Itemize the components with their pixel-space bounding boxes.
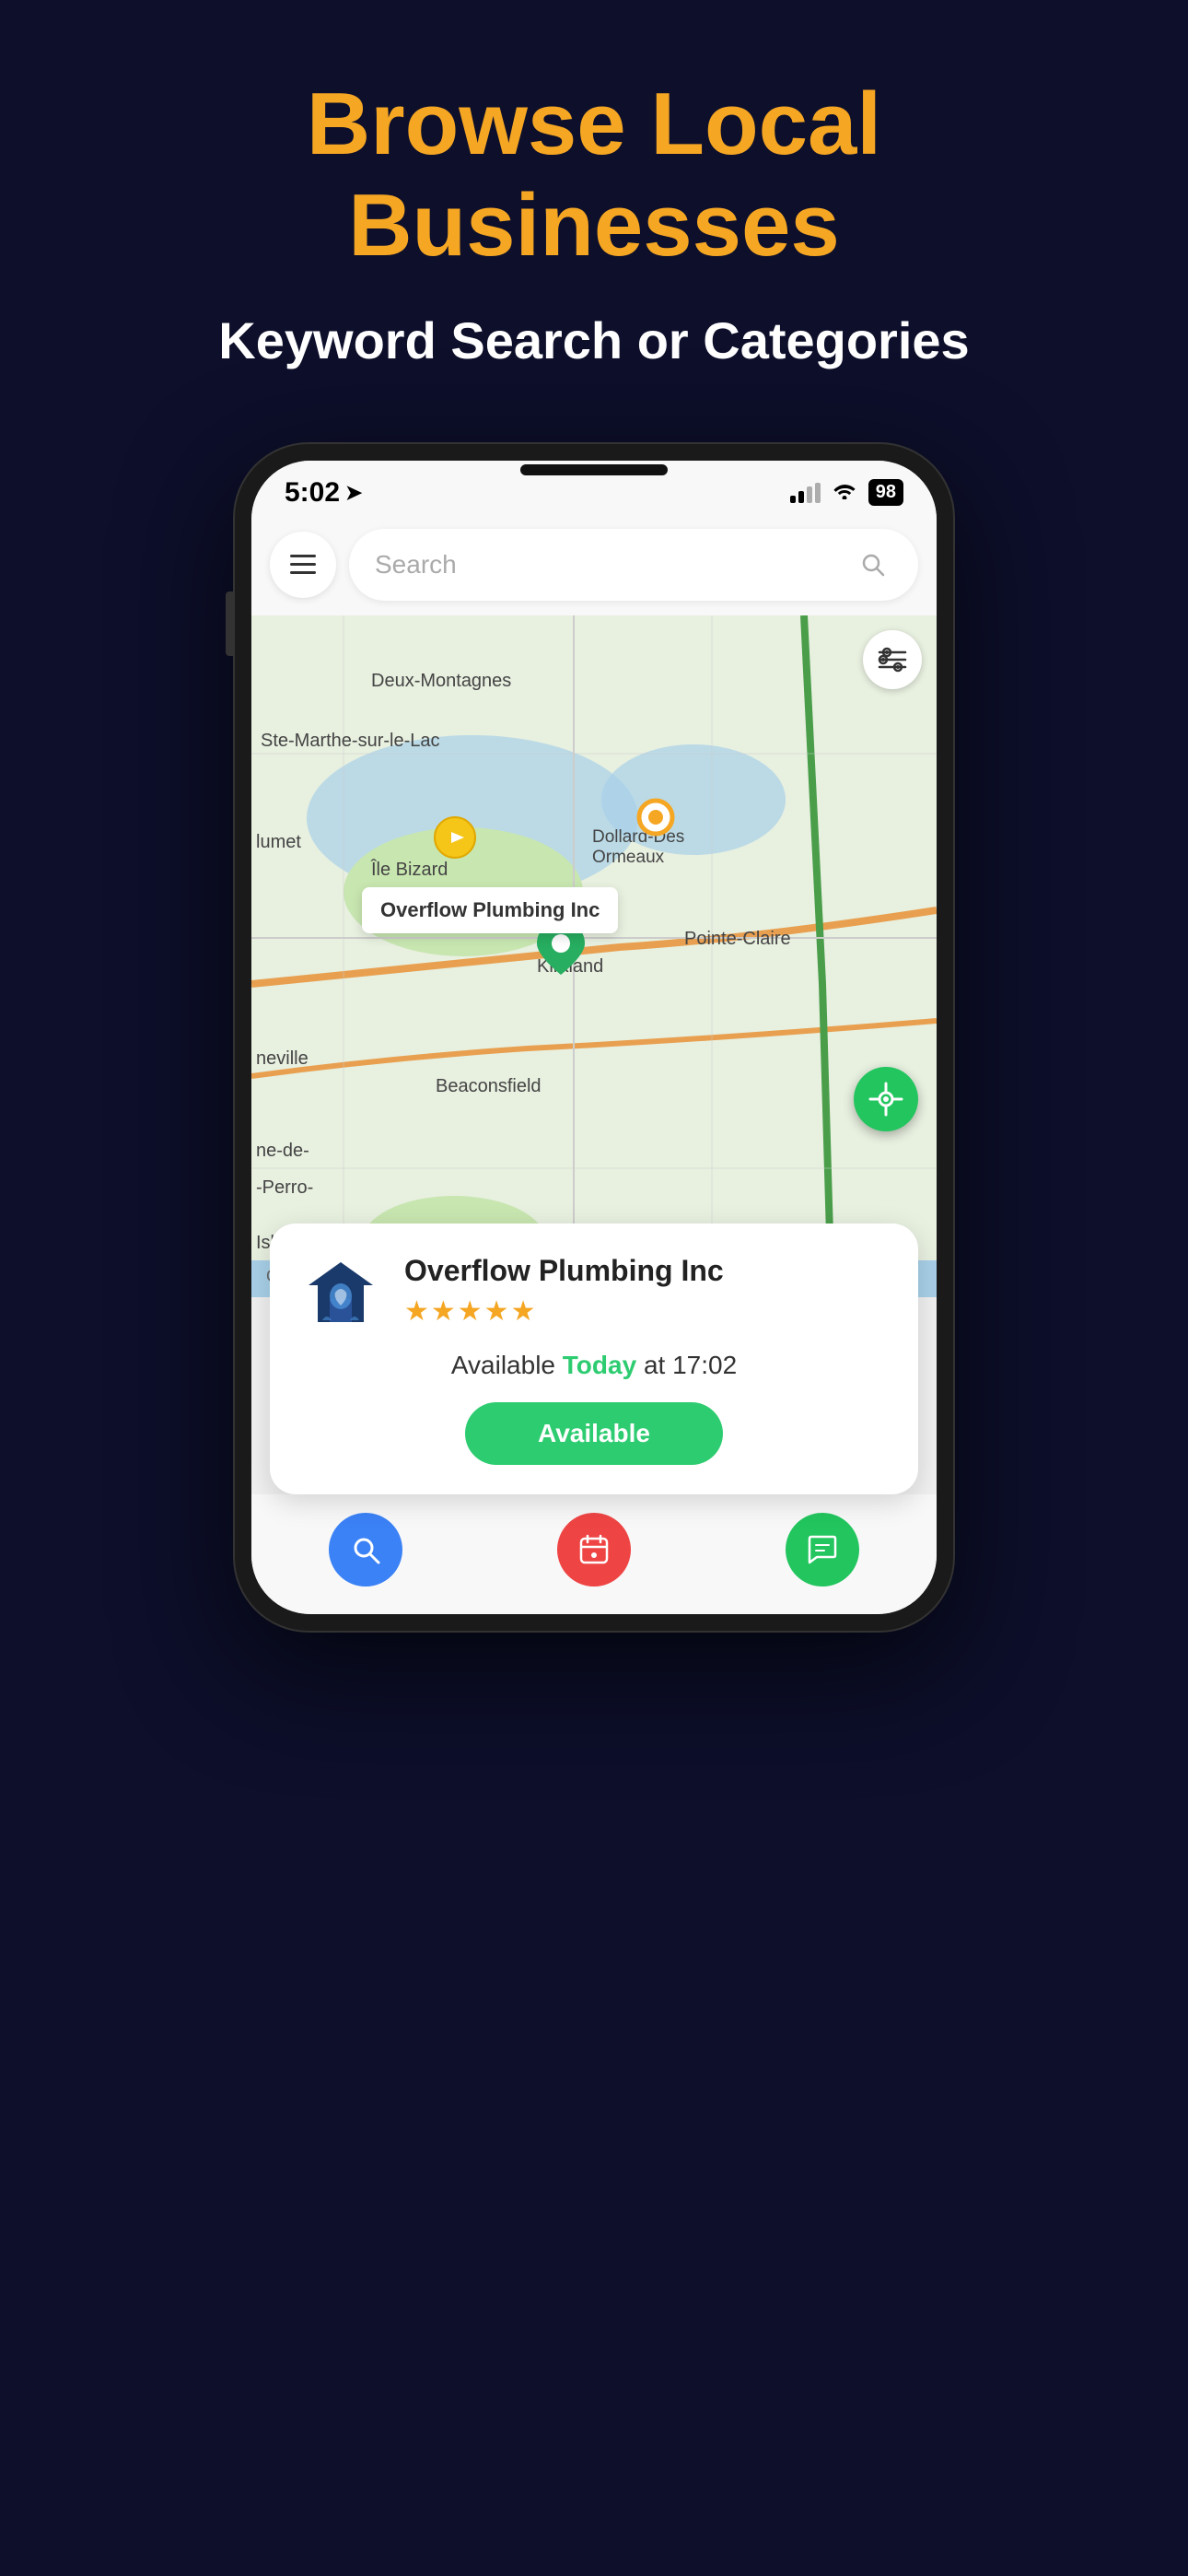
nav-explore-button[interactable] — [329, 1513, 402, 1587]
wifi-icon — [832, 479, 857, 506]
nav-schedule-button[interactable] — [557, 1513, 631, 1587]
availability-prefix: Available — [451, 1351, 555, 1379]
signal-icon — [790, 483, 821, 503]
time-display: 5:02 — [285, 477, 340, 509]
business-logo — [299, 1253, 382, 1336]
map-label-ne-de: ne-de- — [256, 1141, 309, 1162]
my-location-button[interactable] — [854, 1067, 918, 1131]
search-placeholder: Search — [375, 550, 457, 580]
map-label-beaconsfield: Beaconsfield — [436, 1076, 542, 1097]
search-bar[interactable]: Search — [349, 529, 918, 601]
battery-display: 98 — [868, 479, 903, 506]
availability-today: Today — [563, 1351, 636, 1379]
hamburger-icon — [290, 555, 316, 574]
business-popup-text: Overflow Plumbing Inc — [380, 898, 600, 921]
business-name: Overflow Plumbing Inc — [404, 1253, 889, 1288]
menu-button[interactable] — [270, 532, 336, 598]
status-icons: 98 — [790, 479, 903, 506]
search-icon — [854, 545, 892, 584]
orange-location-pin — [634, 795, 678, 844]
availability-time: at 17:02 — [644, 1351, 737, 1379]
map-label-neville: neville — [256, 1048, 309, 1070]
map-label-perro: -Perro- — [256, 1177, 313, 1199]
status-time: 5:02 ➤ — [285, 477, 362, 509]
map-label-ste-marthe: Ste-Marthe-sur-le-Lac — [261, 731, 440, 752]
hero-title: Browse Local Businesses — [180, 74, 1008, 277]
business-card: Overflow Plumbing Inc ★★★★★ Available To… — [270, 1224, 918, 1494]
phone-mockup: 5:02 ➤ 98 — [235, 444, 953, 1631]
map-label-deux-montagnes: Deux-Montagnes — [371, 671, 511, 692]
map-label-lumet: lumet — [256, 832, 301, 853]
phone-frame: 5:02 ➤ 98 — [235, 444, 953, 1631]
business-info: Overflow Plumbing Inc ★★★★★ — [404, 1253, 889, 1328]
nav-messages-button[interactable] — [786, 1513, 859, 1587]
business-card-header: Overflow Plumbing Inc ★★★★★ — [299, 1253, 889, 1336]
business-rating: ★★★★★ — [404, 1295, 889, 1328]
map-background: Deux-Montagnes Ste-Marthe-sur-le-Lac Île… — [251, 615, 937, 1297]
hero-subtitle: Keyword Search or Categories — [218, 310, 969, 370]
map-container[interactable]: Deux-Montagnes Ste-Marthe-sur-le-Lac Île… — [251, 615, 937, 1297]
business-popup-label[interactable]: Overflow Plumbing Inc — [362, 887, 618, 933]
status-bar: 5:02 ➤ 98 — [251, 461, 937, 518]
search-row: Search — [251, 518, 937, 615]
availability-text: Available Today at 17:02 — [299, 1351, 889, 1380]
bottom-navigation — [251, 1494, 937, 1614]
available-button[interactable]: Available — [465, 1402, 723, 1465]
phone-screen: 5:02 ➤ 98 — [251, 461, 937, 1614]
map-label-pointe-claire: Pointe-Claire — [684, 929, 791, 950]
user-location-pin — [431, 814, 479, 866]
filter-button[interactable] — [863, 630, 922, 689]
location-arrow-icon: ➤ — [345, 481, 362, 505]
